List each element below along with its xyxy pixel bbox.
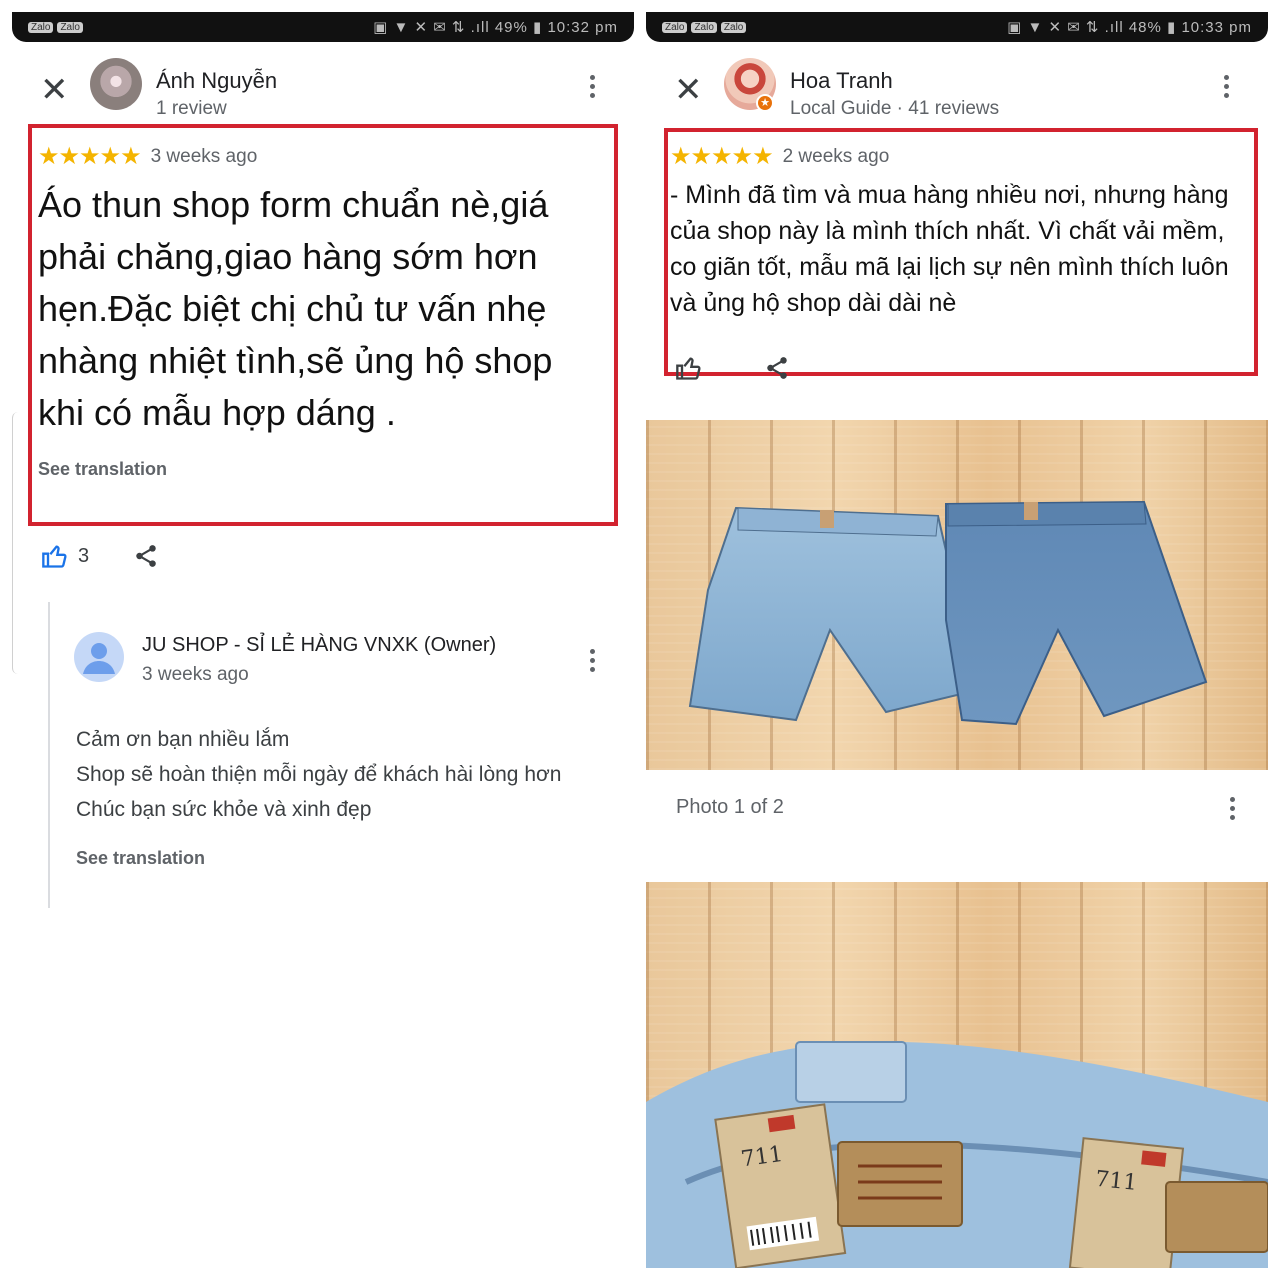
scroll-edge [12,412,18,674]
review-highlight-box: ★★★★★ 3 weeks ago Áo thun shop form chuẩ… [28,124,618,526]
thumb-up-icon [676,357,701,380]
review-text: - Mình đã tìm và mua hàng nhiều nơi, như… [670,181,1229,317]
review-photo-1[interactable] [646,420,1268,770]
owner-reply-line: Shop sẽ hoàn thiện mỗi ngày để khách hài… [76,763,562,786]
status-bar: Zalo Zalo Zalo ▣ ▼ ✕ ✉ ⇅ .ıll 48% ▮ 10:3… [646,12,1268,42]
like-count: 3 [78,544,90,567]
like-button[interactable] [674,354,704,382]
status-apps: Zalo Zalo [28,21,83,33]
zalo-icon: Zalo [662,21,688,33]
person-icon [74,632,124,682]
share-button[interactable] [133,543,159,569]
see-translation-link[interactable]: See translation [76,848,205,869]
thumb-up-icon [42,545,67,568]
denim-shorts-image [688,500,1208,726]
share-icon [136,545,156,567]
zalo-icon: Zalo [57,21,83,33]
review-text: Áo thun shop form chuẩn nè,giá phải chăn… [38,184,553,433]
rating-stars: ★★★★★ [670,143,774,170]
local-guide-badge-icon: ★ [756,94,774,112]
left-screenshot: Zalo Zalo ▣ ▼ ✕ ✉ ⇅ .ıll 49% ▮ 10:32 pm … [12,12,634,1268]
rating-stars: ★★★★★ [38,143,142,170]
owner-reply-text: Cảm ơn bạn nhiều lắm Shop sẽ hoàn thiện … [76,722,561,827]
status-bar: Zalo Zalo ▣ ▼ ✕ ✉ ⇅ .ıll 49% ▮ 10:32 pm [12,12,634,42]
author-meta: 1 review [156,98,227,119]
photo-caption: Photo 1 of 2 [676,796,784,818]
review-time: 3 weeks ago [150,145,258,167]
owner-reply-time: 3 weeks ago [142,664,249,685]
author-name[interactable]: Ánh Nguyễn [156,68,277,94]
see-translation-link[interactable]: See translation [38,459,606,480]
jeans-closeup-image: 711 711 [646,1041,1268,1268]
zalo-icon: Zalo [720,21,747,33]
owner-name[interactable]: JU SHOP - SỈ LẺ HÀNG VNXK (Owner) [142,634,496,657]
more-vert-icon[interactable] [580,640,604,680]
more-vert-icon[interactable] [1220,788,1244,828]
close-icon[interactable]: ✕ [674,70,703,110]
zalo-icon: Zalo [691,21,717,33]
review-highlight-box: ★★★★★ 2 weeks ago - Mình đã tìm và mua h… [664,128,1258,380]
author-name[interactable]: Hoa Tranh [790,68,893,94]
close-icon[interactable]: ✕ [40,70,69,110]
like-button[interactable]: 3 [40,542,89,570]
review-actions [674,354,790,382]
avatar[interactable] [90,58,142,110]
status-system-info: ▣ ▼ ✕ ✉ ⇅ .ıll 49% ▮ 10:32 pm [373,19,618,36]
review-header: ✕ ★ Hoa Tranh Local Guide · 41 reviews [646,50,1268,138]
review-photo-2[interactable]: 711 711 [646,882,1268,1268]
share-icon [767,357,787,379]
status-system-info: ▣ ▼ ✕ ✉ ⇅ .ıll 48% ▮ 10:33 pm [1007,19,1252,36]
more-vert-icon[interactable] [1214,66,1238,106]
share-button[interactable] [764,355,790,381]
zalo-icon: Zalo [28,21,54,33]
owner-reply-line: Chúc bạn sức khỏe và xinh đẹp [76,798,372,821]
owner-reply-line: Cảm ơn bạn nhiều lắm [76,728,290,751]
right-screenshot: Zalo Zalo Zalo ▣ ▼ ✕ ✉ ⇅ .ıll 48% ▮ 10:3… [646,12,1268,1268]
owner-reply-divider [48,602,50,908]
status-apps: Zalo Zalo Zalo [662,21,747,33]
author-meta: Local Guide · 41 reviews [790,98,1000,119]
more-vert-icon[interactable] [580,66,604,106]
review-time: 2 weeks ago [782,145,890,167]
review-actions: 3 [40,542,159,570]
svg-text:711: 711 [1094,1167,1138,1196]
